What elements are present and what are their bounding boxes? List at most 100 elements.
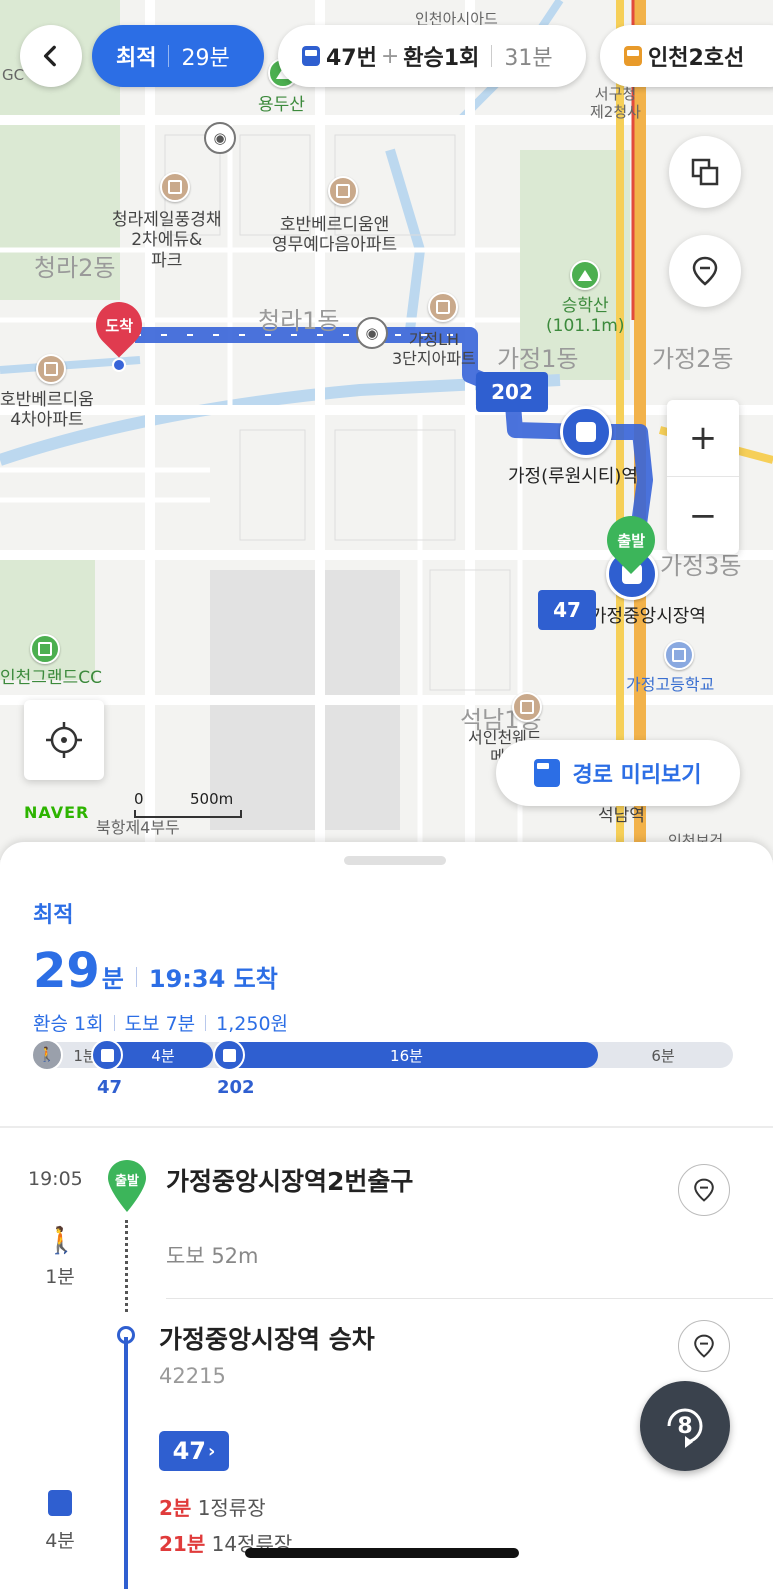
school-icon bbox=[664, 640, 694, 670]
route-preview-label: 경로 미리보기 bbox=[572, 763, 702, 788]
segment-walk: 6분 bbox=[651, 1046, 675, 1065]
divider bbox=[0, 1126, 773, 1128]
bus-stop-icon[interactable] bbox=[560, 406, 612, 458]
train-icon bbox=[624, 46, 642, 66]
map-label-incheon-cc: 인천그랜드CC bbox=[0, 668, 102, 688]
bus-path-line bbox=[124, 1337, 128, 1589]
map-label-gc: GC bbox=[2, 66, 25, 84]
board-stop-id: 42215 bbox=[159, 1364, 226, 1388]
segment-route-47: 47 bbox=[97, 1077, 123, 1098]
start-time: 19:05 bbox=[28, 1168, 83, 1190]
transfer-count: 환승 1회 bbox=[33, 1013, 104, 1035]
apartment-icon bbox=[428, 292, 458, 322]
tab-subway-line2[interactable]: 인천2호선 bbox=[600, 25, 773, 87]
walk-time: 도보 7분 bbox=[124, 1013, 196, 1035]
minutes-unit: 분 bbox=[101, 965, 124, 993]
walk-desc: 도보 52m bbox=[166, 1244, 259, 1268]
bus-icon bbox=[91, 1039, 123, 1071]
map-base bbox=[0, 0, 773, 860]
home-indicator bbox=[245, 1548, 519, 1558]
tab-bus-route: 47번 bbox=[326, 46, 377, 71]
total-minutes: 29 bbox=[33, 943, 100, 999]
crosshair-icon bbox=[46, 722, 82, 758]
chevron-right-icon: › bbox=[207, 1440, 216, 1462]
zoom-control: + − bbox=[667, 400, 739, 554]
route-detail-sheet[interactable]: 최적 29 분 19:34 도착 환승 1회 도보 7분 1,250원 1분 4… bbox=[0, 842, 773, 1589]
bus-icon bbox=[45, 1490, 75, 1521]
start-pin-icon: 출발 bbox=[106, 1158, 148, 1218]
start-location-button[interactable] bbox=[678, 1164, 730, 1216]
destination-dot bbox=[112, 358, 126, 372]
route-summary: 최적 29 분 19:34 도착 환승 1회 도보 7분 1,250원 bbox=[33, 897, 733, 1036]
map-label-station-gajeong: 가정(루원시티)역 bbox=[508, 466, 638, 487]
map-label-seoknam-station: 석남역 bbox=[598, 806, 645, 826]
map-label-station-market: 가정중앙시장역 bbox=[590, 606, 706, 627]
board-title: 가정중앙시장역 승차 bbox=[159, 1325, 375, 1354]
sheet-handle[interactable] bbox=[344, 856, 446, 865]
tab-bus-47[interactable]: 47번 + 환승1회 31분 bbox=[278, 25, 586, 87]
cctv-icon: ◉ bbox=[356, 317, 388, 349]
arrival-time: 19:34 도착 bbox=[148, 965, 278, 993]
zoom-out-button[interactable]: − bbox=[667, 477, 739, 554]
back-button[interactable] bbox=[20, 25, 82, 87]
refresh-count: 8 bbox=[677, 1413, 693, 1439]
map-label-gajeong3: 가정3동 bbox=[660, 552, 742, 580]
bus-icon bbox=[213, 1039, 245, 1071]
map-label-yongdusan: 용두산 bbox=[258, 95, 305, 115]
layers-button[interactable] bbox=[669, 136, 741, 208]
map-label-gajeong2: 가정2동 bbox=[652, 345, 734, 373]
tab-bus-time: 31분 bbox=[504, 46, 553, 71]
tab-bus-transfer: 환승1회 bbox=[403, 46, 480, 71]
map-label-seogu-office: 서구청 제2청사 bbox=[590, 85, 641, 121]
segment-bus-202: 16분 bbox=[215, 1042, 598, 1068]
route-tag-47[interactable]: 47 bbox=[538, 590, 596, 630]
route-preview-button[interactable]: 경로 미리보기 bbox=[496, 740, 740, 806]
map-label-seunghaksan: 승학산 (101.1m) bbox=[546, 296, 625, 337]
bus-route-tag[interactable]: 47 › bbox=[159, 1431, 229, 1471]
map-label-lh-apt: 가정LH 3단지아파트 bbox=[392, 330, 476, 369]
divider bbox=[166, 1298, 773, 1299]
tab-optimal-label: 최적 bbox=[116, 46, 157, 71]
location-pin-button[interactable] bbox=[669, 235, 741, 307]
start-title: 가정중앙시장역2번출구 bbox=[166, 1167, 414, 1196]
map-label-hoban4: 호반베르디움 4차아파트 bbox=[0, 390, 94, 431]
map-label-gajeong1: 가정1동 bbox=[497, 345, 579, 373]
apartment-icon bbox=[512, 692, 542, 722]
route-tag-202[interactable]: 202 bbox=[476, 372, 548, 412]
bus-icon bbox=[302, 46, 320, 66]
arrive-pin-label: 도착 bbox=[105, 316, 133, 335]
map-pin-icon bbox=[692, 256, 718, 286]
bus-minutes: 4분 bbox=[45, 1530, 75, 1552]
current-location-button[interactable] bbox=[24, 700, 104, 780]
golf-icon bbox=[30, 634, 60, 664]
map-label-cheongra-apt: 청라제일풍경채 2차에듀& 파크 bbox=[112, 210, 222, 271]
fare: 1,250원 bbox=[216, 1013, 289, 1035]
board-location-button[interactable] bbox=[678, 1320, 730, 1372]
option-label: 최적 bbox=[33, 903, 74, 928]
apartment-icon bbox=[160, 172, 190, 202]
map-label-bukhang: 북항제4부두 bbox=[96, 818, 180, 837]
walk-minutes: 1분 bbox=[45, 1266, 75, 1288]
map-label-cheongra2: 청라2동 bbox=[34, 254, 116, 282]
walk-path-dots bbox=[125, 1220, 128, 1312]
start-pin-label: 출발 bbox=[617, 531, 645, 550]
walk-icon: 🚶 bbox=[45, 1226, 78, 1256]
start-pin-label: 출발 bbox=[115, 1174, 139, 1189]
map-label-cheongra1: 청라1동 bbox=[258, 307, 340, 335]
arrival-info: 2분 1정류장 bbox=[159, 1496, 266, 1520]
tab-optimal[interactable]: 최적 29분 bbox=[92, 25, 264, 87]
map-label-hoban-apt: 호반베르디움앤 영무예다음아파트 bbox=[272, 215, 398, 256]
cctv-icon: ◉ bbox=[204, 122, 236, 154]
map-view[interactable]: 인천아시아드 GC 용두산 서구청 제2청사 청라제일풍경채 2차에듀& 파크 … bbox=[0, 0, 773, 860]
map-label-gajeong-high: 가정고등학교 bbox=[626, 675, 715, 694]
walk-icon bbox=[31, 1039, 63, 1071]
zoom-in-button[interactable]: + bbox=[667, 400, 739, 477]
mountain-icon bbox=[570, 260, 600, 290]
bus-icon bbox=[534, 759, 561, 787]
map-pin-icon bbox=[694, 1334, 714, 1358]
layers-icon bbox=[691, 158, 719, 186]
apartment-icon bbox=[36, 354, 66, 384]
refresh-button[interactable]: 8 bbox=[640, 1381, 730, 1471]
segment-bar: 1분 4분 16분 6분 bbox=[31, 1039, 733, 1071]
segment-route-202: 202 bbox=[217, 1077, 255, 1098]
